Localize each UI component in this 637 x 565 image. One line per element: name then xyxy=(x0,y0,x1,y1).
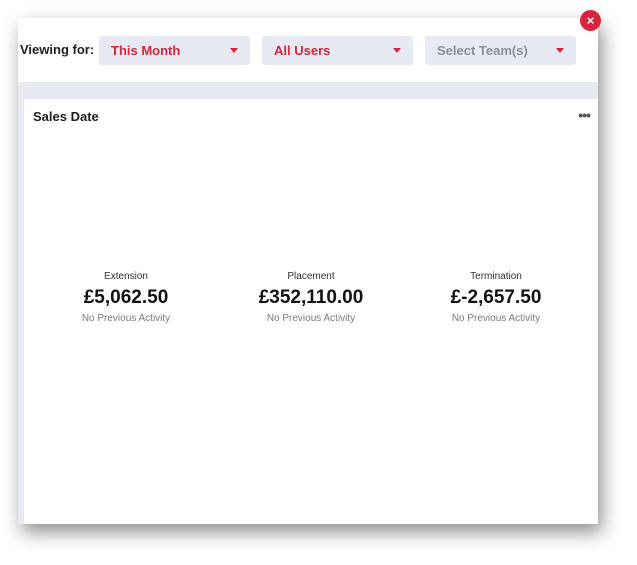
stat-subtext: No Previous Activity xyxy=(451,313,541,324)
stat-value: £-2,657.50 xyxy=(450,287,542,308)
caret-down-icon xyxy=(230,48,238,53)
viewing-for-label: Viewing for: xyxy=(20,42,95,57)
stat-extension: Extension £5,062.50 No Previous Activity xyxy=(33,271,219,324)
close-button[interactable]: × xyxy=(580,10,601,31)
stat-label: Termination xyxy=(470,271,522,282)
more-options-icon[interactable]: ••• xyxy=(578,107,591,123)
filter-bar: Viewing for: This Month All Users Select… xyxy=(18,18,598,82)
divider-band xyxy=(18,82,598,99)
stat-placement: Placement £352,110.00 No Previous Activi… xyxy=(218,271,404,324)
close-icon: × xyxy=(586,13,595,28)
period-dropdown[interactable]: This Month xyxy=(99,36,250,65)
card-title: Sales Date xyxy=(33,109,99,124)
team-dropdown-placeholder: Select Team(s) xyxy=(437,43,528,58)
sales-date-card: Sales Date ••• Extension £5,062.50 No Pr… xyxy=(24,99,598,524)
sales-modal: Viewing for: This Month All Users Select… xyxy=(18,18,598,524)
stat-value: £5,062.50 xyxy=(83,287,169,308)
users-dropdown-value: All Users xyxy=(274,43,331,58)
caret-down-icon xyxy=(556,48,564,53)
stat-subtext: No Previous Activity xyxy=(266,313,356,324)
team-dropdown[interactable]: Select Team(s) xyxy=(425,36,576,65)
stat-value: £352,110.00 xyxy=(258,287,364,308)
stat-label: Extension xyxy=(104,271,148,282)
stat-subtext: No Previous Activity xyxy=(81,313,171,324)
stat-label: Placement xyxy=(287,271,335,282)
users-dropdown[interactable]: All Users xyxy=(262,36,413,65)
caret-down-icon xyxy=(393,48,401,53)
period-dropdown-value: This Month xyxy=(111,43,181,58)
stat-termination: Termination £-2,657.50 No Previous Activ… xyxy=(403,271,589,324)
